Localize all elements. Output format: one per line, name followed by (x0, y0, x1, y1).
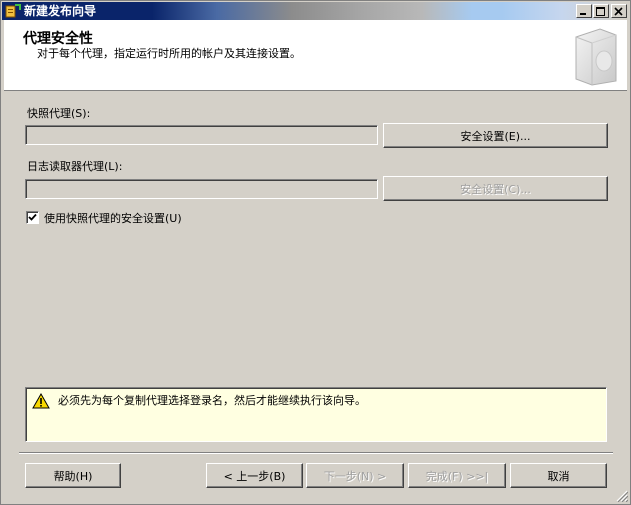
warning-icon (32, 393, 50, 409)
snapshot-agent-label: 快照代理(S): (27, 107, 91, 120)
snapshot-agent-field[interactable] (25, 125, 378, 145)
snapshot-security-settings-button[interactable]: 安全设置(E)... (383, 123, 608, 148)
wizard-window: 新建发布向导 代理安全性 对于每个代理，指定运行时所用的帐户及其连接设置。 快照… (0, 0, 631, 505)
footer-divider (19, 452, 613, 454)
warning-message-box: 必须先为每个复制代理选择登录名，然后才能继续执行该向导。 (25, 387, 607, 442)
close-icon (614, 7, 623, 16)
checkmark-icon (28, 213, 37, 221)
window-title: 新建发布向导 (24, 4, 97, 18)
cancel-button[interactable]: 取消 (510, 463, 607, 488)
close-button[interactable] (611, 4, 627, 18)
app-icon (5, 4, 21, 18)
resize-grip-icon[interactable] (616, 490, 628, 502)
title-bar[interactable]: 新建发布向导 (2, 2, 629, 20)
logreader-security-settings-button[interactable]: 安全设置(C)... (383, 176, 608, 201)
wizard-art-icon (575, 28, 617, 86)
maximize-icon (596, 7, 605, 16)
maximize-button[interactable] (593, 4, 609, 18)
use-snapshot-security-label[interactable]: 使用快照代理的安全设置(U) (44, 210, 182, 226)
finish-button[interactable]: 完成(F) >>| (408, 463, 506, 488)
warning-message-text: 必须先为每个复制代理选择登录名，然后才能继续执行该向导。 (58, 394, 366, 407)
logreader-agent-field[interactable] (25, 179, 378, 199)
use-snapshot-security-checkbox[interactable] (26, 211, 39, 224)
wizard-header: 代理安全性 对于每个代理，指定运行时所用的帐户及其连接设置。 (4, 20, 627, 91)
minimize-icon (580, 13, 586, 15)
minimize-button[interactable] (576, 4, 592, 18)
next-button[interactable]: 下一步(N) > (306, 463, 404, 488)
help-button[interactable]: 帮助(H) (25, 463, 121, 488)
page-subtitle: 对于每个代理，指定运行时所用的帐户及其连接设置。 (37, 47, 301, 60)
logreader-agent-label: 日志读取器代理(L): (27, 160, 123, 173)
back-button[interactable]: < 上一步(B) (206, 463, 303, 488)
